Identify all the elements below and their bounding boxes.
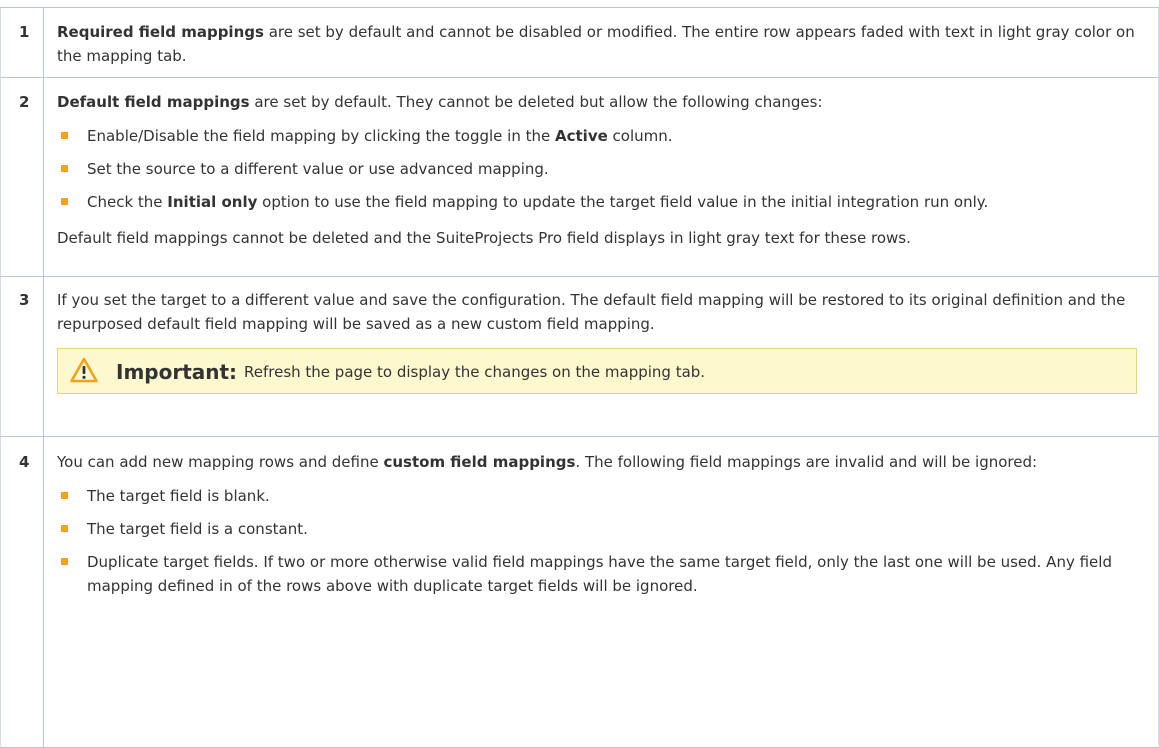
list-item: Set the source to a different value or u… (57, 157, 1146, 181)
list-item: The target field is a constant. (57, 517, 1146, 541)
row-number: 1 (1, 8, 44, 77)
bullet-icon (61, 492, 68, 499)
row-text: Required field mappings are set by defau… (57, 23, 1135, 65)
bullet-icon (61, 198, 68, 205)
list-item: Duplicate target fields. If two or more … (57, 550, 1146, 598)
list-item: Enable/Disable the field mapping by clic… (57, 124, 1146, 148)
row-intro: Default field mappings are set by defaul… (57, 93, 823, 111)
list-item: The target field is blank. (57, 484, 1146, 508)
bullet-icon (61, 525, 68, 532)
row-intro: You can add new mapping rows and define … (57, 453, 1038, 471)
field-mapping-table: 1 Required field mappings are set by def… (0, 7, 1159, 748)
row-number: 4 (1, 437, 44, 747)
term-required: Required field mappings (57, 23, 264, 41)
term-default: Default field mappings (57, 93, 250, 111)
bullet-list: Enable/Disable the field mapping by clic… (57, 124, 1146, 214)
warning-icon (70, 357, 98, 383)
note-text: Refresh the page to display the changes … (244, 363, 706, 381)
row-number: 3 (1, 277, 44, 436)
bullet-icon (61, 165, 68, 172)
row-number: 2 (1, 78, 44, 276)
table-row: 3 If you set the target to a different v… (0, 277, 1159, 437)
bullet-icon (61, 132, 68, 139)
note-title: Important: (116, 360, 238, 384)
list-item: Check the Initial only option to use the… (57, 190, 1146, 214)
row-text: If you set the target to a different val… (57, 291, 1126, 333)
row-outro: Default field mappings cannot be deleted… (57, 229, 911, 247)
term-custom: custom field mappings (383, 453, 576, 471)
bullet-icon (61, 558, 68, 565)
table-row: 1 Required field mappings are set by def… (0, 8, 1159, 78)
table-row: 4 You can add new mapping rows and defin… (0, 437, 1159, 748)
important-note: Important: Refresh the page to display t… (57, 348, 1137, 394)
table-row: 2 Default field mappings are set by defa… (0, 78, 1159, 277)
bullet-list: The target field is blank. The target fi… (57, 484, 1146, 598)
